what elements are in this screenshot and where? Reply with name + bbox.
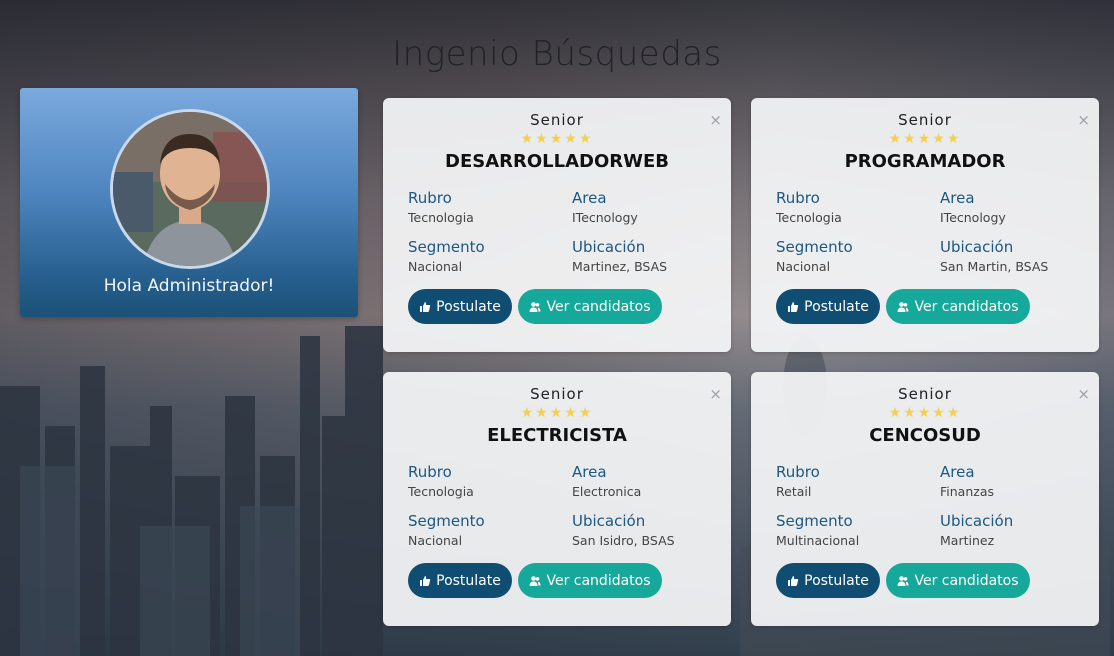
job-level: Senior	[530, 111, 584, 129]
ver-candidatos-label: Ver candidatos	[914, 572, 1019, 589]
rating-stars-icon: ★★★★★	[888, 405, 962, 421]
field-value: ITecnology	[940, 210, 1006, 225]
field-label: Segmento	[776, 512, 853, 530]
job-level: Senior	[898, 385, 952, 403]
ver-candidatos-button[interactable]: Ver candidatos	[886, 289, 1030, 324]
job-level: Senior	[530, 385, 584, 403]
field-value: San Martin, BSAS	[940, 259, 1049, 274]
field-ubicacion: Ubicación Martinez, BSAS	[572, 238, 732, 274]
field-label: Segmento	[408, 512, 485, 530]
field-label: Area	[572, 189, 607, 207]
thumbs-up-icon	[420, 301, 431, 312]
field-value: Nacional	[408, 259, 463, 274]
field-value: Nacional	[776, 259, 831, 274]
field-label: Ubicación	[572, 512, 646, 530]
field-value: Electronica	[572, 484, 642, 499]
field-ubicacion: Ubicación San Martin, BSAS	[940, 238, 1100, 274]
close-icon[interactable]: ×	[709, 111, 722, 129]
rating-stars-icon: ★★★★★	[520, 405, 594, 421]
postulate-label: Postulate	[436, 298, 501, 315]
field-label: Rubro	[408, 189, 452, 207]
field-value: ITecnology	[572, 210, 638, 225]
ver-candidatos-button[interactable]: Ver candidatos	[518, 563, 662, 598]
job-title: PROGRAMADOR	[844, 151, 1006, 172]
field-value: Multinacional	[776, 533, 860, 548]
field-segmento: Segmento Nacional	[408, 512, 568, 548]
field-segmento: Segmento Nacional	[776, 238, 936, 274]
field-rubro: Rubro Retail	[776, 463, 936, 499]
field-label: Ubicación	[940, 512, 1014, 530]
job-card: Senior × ★★★★★ ELECTRICISTA Rubro Tecnolo…	[383, 372, 731, 626]
job-title: ELECTRICISTA	[487, 425, 627, 446]
job-title: CENCOSUD	[869, 425, 981, 446]
users-icon	[897, 301, 909, 312]
field-segmento: Segmento Multinacional	[776, 512, 936, 548]
postulate-button[interactable]: Postulate	[776, 289, 880, 324]
field-label: Segmento	[776, 238, 853, 256]
field-rubro: Rubro Tecnologia	[776, 189, 936, 225]
field-label: Ubicación	[940, 238, 1014, 256]
field-label: Rubro	[776, 463, 820, 481]
rating-stars-icon: ★★★★★	[888, 131, 962, 147]
ver-candidatos-label: Ver candidatos	[546, 572, 651, 589]
postulate-label: Postulate	[804, 572, 869, 589]
users-icon	[529, 301, 541, 312]
field-value: Finanzas	[940, 484, 994, 499]
field-label: Area	[940, 189, 975, 207]
field-label: Rubro	[776, 189, 820, 207]
ver-candidatos-button[interactable]: Ver candidatos	[518, 289, 662, 324]
job-title: DESARROLLADORWEB	[445, 151, 669, 172]
postulate-label: Postulate	[804, 298, 869, 315]
job-level: Senior	[898, 111, 952, 129]
profile-card: Hola Administrador!	[20, 88, 358, 317]
field-value: Martinez	[940, 533, 995, 548]
greeting-text: Hola Administrador!	[103, 276, 275, 296]
close-icon[interactable]: ×	[1077, 385, 1090, 403]
postulate-button[interactable]: Postulate	[408, 563, 512, 598]
field-label: Segmento	[408, 238, 485, 256]
field-value: Retail	[776, 484, 812, 499]
job-card: Senior × ★★★★★ PROGRAMADOR Rubro Tecnolog…	[751, 98, 1099, 352]
ver-candidatos-label: Ver candidatos	[546, 298, 651, 315]
postulate-button[interactable]: Postulate	[776, 563, 880, 598]
field-label: Rubro	[408, 463, 452, 481]
page-title: Ingenio Búsquedas	[392, 34, 722, 74]
thumbs-up-icon	[788, 301, 799, 312]
field-area: Area ITecnology	[572, 189, 732, 225]
ver-candidatos-button[interactable]: Ver candidatos	[886, 563, 1030, 598]
field-ubicacion: Ubicación San Isidro, BSAS	[572, 512, 732, 548]
ver-candidatos-label: Ver candidatos	[914, 298, 1019, 315]
field-area: Area Electronica	[572, 463, 732, 499]
job-card: Senior × ★★★★★ DESARROLLADORWEB Rubro Tec…	[383, 98, 731, 352]
postulate-label: Postulate	[436, 572, 501, 589]
field-area: Area ITecnology	[940, 189, 1100, 225]
field-label: Area	[572, 463, 607, 481]
users-icon	[529, 575, 541, 586]
field-value: San Isidro, BSAS	[572, 533, 675, 548]
field-area: Area Finanzas	[940, 463, 1100, 499]
field-ubicacion: Ubicación Martinez	[940, 512, 1100, 548]
field-value: Nacional	[408, 533, 463, 548]
field-value: Martinez, BSAS	[572, 259, 668, 274]
field-segmento: Segmento Nacional	[408, 238, 568, 274]
postulate-button[interactable]: Postulate	[408, 289, 512, 324]
job-card: Senior × ★★★★★ CENCOSUD Rubro Retail Area…	[751, 372, 1099, 626]
rating-stars-icon: ★★★★★	[520, 131, 594, 147]
close-icon[interactable]: ×	[1077, 111, 1090, 129]
field-label: Ubicación	[572, 238, 646, 256]
field-value: Tecnologia	[408, 210, 474, 225]
field-value: Tecnologia	[408, 484, 474, 499]
avatar	[110, 109, 270, 269]
field-value: Tecnologia	[776, 210, 842, 225]
field-rubro: Rubro Tecnologia	[408, 463, 568, 499]
close-icon[interactable]: ×	[709, 385, 722, 403]
thumbs-up-icon	[420, 575, 431, 586]
field-label: Area	[940, 463, 975, 481]
thumbs-up-icon	[788, 575, 799, 586]
users-icon	[897, 575, 909, 586]
field-rubro: Rubro Tecnologia	[408, 189, 568, 225]
